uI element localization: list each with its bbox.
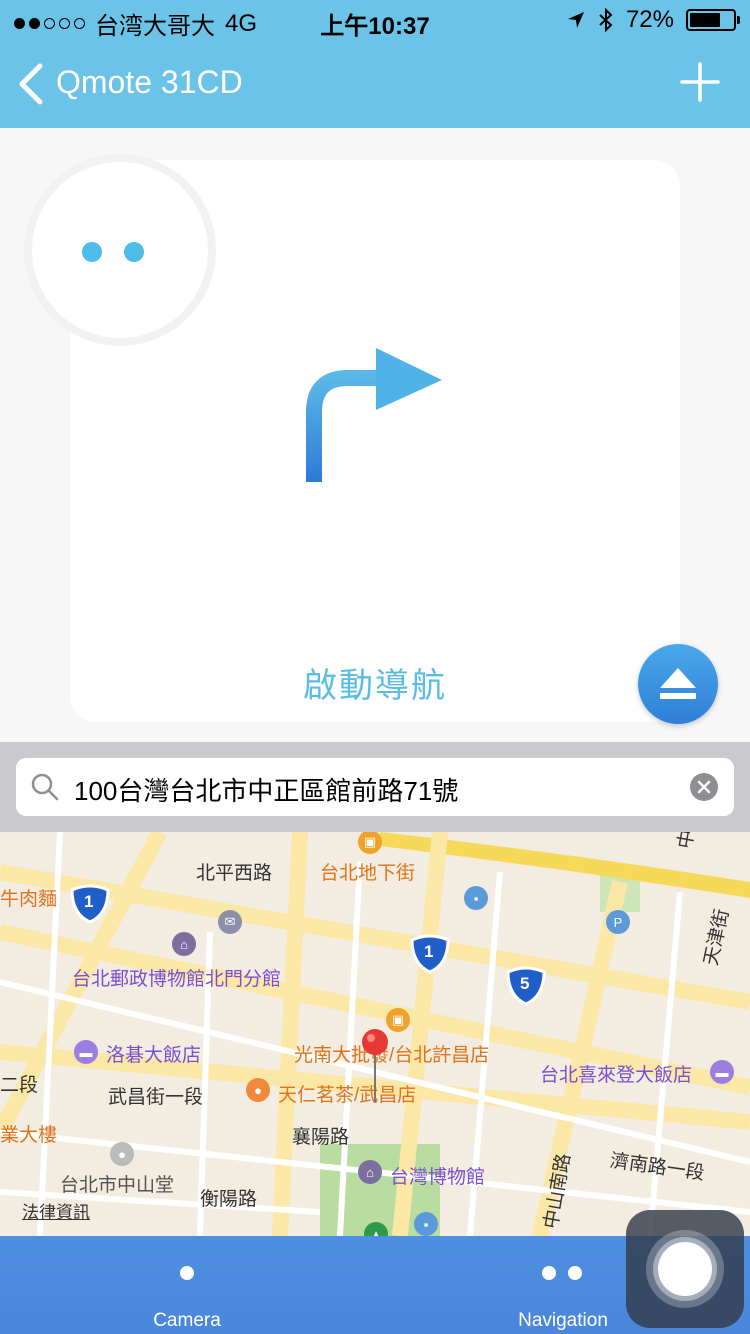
parking-icon: P: [606, 910, 630, 934]
page-title: Qmote 31CD: [56, 64, 243, 100]
assistive-touch-button[interactable]: [626, 1210, 744, 1328]
hotel-icon: ▬: [74, 1040, 98, 1064]
start-navigation-button[interactable]: 啟動導航: [70, 658, 680, 707]
location-arrow-icon: [567, 12, 584, 28]
train-icon: ▪: [464, 886, 488, 910]
map-label-poi: 台北喜來登大飯店: [540, 1065, 693, 1086]
map-label-poi: 台北地下街: [320, 863, 416, 884]
map-label-poi: 業大樓: [0, 1125, 58, 1146]
status-right: 72%: [566, 6, 740, 34]
hotel-icon: ▬: [710, 1060, 734, 1084]
robot-left-eye: [82, 242, 102, 262]
battery-percent: 72%: [625, 6, 674, 33]
legal-info-link[interactable]: 法律資訊: [22, 1198, 90, 1223]
map-label-poi: 台灣博物館: [390, 1167, 486, 1188]
search-value: 100台灣台北市中正區館前路71號: [74, 776, 459, 806]
route-shield-number: 1: [424, 942, 434, 961]
map-label-poi: 台北市中山堂: [60, 1175, 175, 1196]
eject-icon: [660, 668, 696, 699]
add-icon[interactable]: [680, 62, 720, 102]
map-view[interactable]: 北平西路 台北地下街 牛肉麵 台北郵政博物館北門分館 天津街 洛碁大飯店 光南大…: [0, 832, 750, 1236]
map-label-road: 衡陽路: [200, 1189, 258, 1210]
turn-right-arrow-icon: [306, 348, 442, 482]
clear-search-icon[interactable]: [690, 773, 718, 801]
map-label-poi: 光南大批發/台北許昌店: [294, 1045, 490, 1066]
map-label-poi: 台北郵政博物館北門分館: [72, 969, 282, 990]
status-bar: 台湾大哥大 4G 上午10:37 72%: [0, 0, 750, 40]
map-label-road: 二段: [0, 1075, 39, 1096]
map-label-road: 襄陽路: [292, 1127, 350, 1148]
tab-navigation-label: Navigation: [518, 1310, 608, 1331]
tab-camera[interactable]: Camera: [100, 1236, 274, 1334]
camera-dot-icon: [180, 1266, 194, 1280]
museum-icon: ⌂: [358, 1160, 382, 1184]
robot-right-eye: [124, 242, 144, 262]
map-label-road: 武昌街一段: [108, 1087, 204, 1108]
search-icon: [31, 773, 59, 801]
map-label-poi: 洛碁大飯店: [106, 1045, 202, 1066]
map-label-poi: 天仁茗茶/武昌店: [278, 1085, 417, 1106]
battery-level-fill: [690, 13, 721, 27]
search-bar: 100台灣台北市中正區館前路71號: [0, 742, 750, 832]
battery-icon: [686, 9, 740, 31]
map-label-poi: 牛肉麵: [0, 889, 58, 910]
navigation-bar: Qmote 31CD: [0, 40, 750, 128]
search-input[interactable]: 100台灣台北市中正區館前路71號: [16, 758, 734, 816]
robot-face-icon: [24, 154, 216, 346]
back-chevron-icon[interactable]: [14, 62, 48, 106]
navigation-dot-icon: [568, 1266, 582, 1280]
bluetooth-icon: [599, 8, 613, 32]
route-shield-number: 5: [520, 974, 530, 993]
navigation-dot-icon: [542, 1266, 556, 1280]
tab-camera-label: Camera: [153, 1310, 221, 1331]
landmark-icon: ●: [110, 1142, 134, 1166]
assistive-ring: [658, 1242, 712, 1296]
bus-icon: ▪: [414, 1212, 438, 1236]
main-panel: 啟動導航: [0, 128, 750, 742]
museum-icon: ⌂: [172, 932, 196, 956]
map-label-road: 北平西路: [196, 863, 273, 884]
eject-button[interactable]: [638, 644, 718, 724]
mail-icon: ✉: [218, 910, 242, 934]
route-shield-number: 1: [84, 892, 94, 911]
tab-navigation[interactable]: Navigation: [476, 1236, 650, 1334]
teapot-icon: ●: [246, 1078, 270, 1102]
location-pin-icon: [362, 1029, 388, 1102]
